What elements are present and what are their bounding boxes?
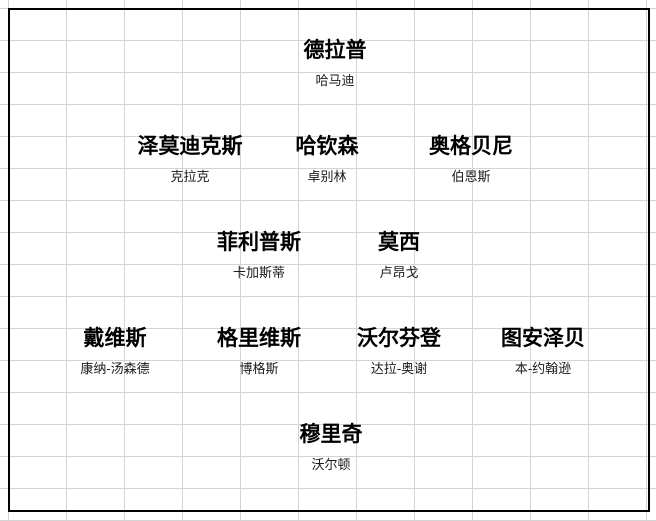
gridline-horizontal: [0, 488, 656, 489]
player-block[interactable]: 格里维斯 博格斯: [217, 324, 301, 384]
player-firstname: 康纳-汤森德: [80, 361, 150, 376]
player-firstname: 卢昂戈: [379, 265, 419, 280]
player-block[interactable]: 戴维斯康纳-汤森德: [80, 324, 149, 384]
gridline-vertical: [472, 0, 473, 520]
player-block[interactable]: 哈钦森 卓别林: [296, 132, 359, 192]
player-surname: 德拉普: [303, 39, 367, 62]
player-firstname: 卡加斯蒂: [232, 265, 285, 280]
player-firstname: 达拉-奥谢: [370, 361, 428, 376]
gridline-vertical: [646, 0, 647, 520]
player-surname: 泽莫迪克斯: [137, 135, 243, 158]
player-block[interactable]: 沃尔芬登达拉-奥谢: [357, 324, 441, 384]
player-block[interactable]: 德拉普 哈马迪: [304, 36, 367, 96]
player-surname: 沃尔芬登: [357, 327, 441, 350]
player-surname: 戴维斯: [83, 327, 147, 350]
gridline-vertical: [8, 0, 9, 520]
gridline-horizontal: [0, 8, 656, 9]
player-block[interactable]: 泽莫迪克斯 克拉克: [138, 132, 243, 192]
player-firstname: 卓别林: [307, 169, 347, 184]
player-surname: 穆里奇: [299, 423, 363, 446]
player-surname: 图安泽贝: [501, 327, 585, 350]
gridline-horizontal: [0, 200, 656, 201]
player-block[interactable]: 莫西 卢昂戈: [378, 228, 420, 288]
player-block[interactable]: 奥格贝尼 伯恩斯: [429, 132, 513, 192]
player-firstname: 博格斯: [239, 361, 279, 376]
gridline-vertical: [66, 0, 67, 520]
gridline-horizontal: [0, 264, 656, 265]
player-firstname: 本-约翰逊: [514, 361, 572, 376]
player-surname: 菲利普斯: [217, 231, 301, 254]
player-firstname: 哈马迪: [315, 73, 355, 88]
gridline-vertical: [124, 0, 125, 520]
gridline-horizontal: [0, 232, 656, 233]
lineup-sheet: 德拉普 哈马迪 泽莫迪克斯 克拉克 哈钦森 卓别林 奥格贝尼 伯恩斯 菲利普斯 卡加斯蒂 莫西 卢昂戈…: [0, 0, 656, 521]
player-surname: 格里维斯: [217, 327, 301, 350]
player-firstname: 沃尔顿: [311, 457, 351, 472]
player-surname: 奥格贝尼: [429, 135, 513, 158]
player-block[interactable]: 穆里奇 沃尔顿: [300, 420, 363, 480]
player-surname: 莫西: [378, 231, 420, 254]
gridline-horizontal: [0, 392, 656, 393]
gridline-vertical: [182, 0, 183, 520]
gridline-horizontal: [0, 296, 656, 297]
player-surname: 哈钦森: [295, 135, 359, 158]
player-firstname: 伯恩斯: [451, 169, 491, 184]
player-block[interactable]: 菲利普斯 卡加斯蒂: [217, 228, 301, 288]
player-block[interactable]: 图安泽贝本-约翰逊: [501, 324, 585, 384]
gridline-vertical: [530, 0, 531, 520]
player-firstname: 克拉克: [170, 169, 210, 184]
gridline-vertical: [588, 0, 589, 520]
gridline-horizontal: [0, 104, 656, 105]
